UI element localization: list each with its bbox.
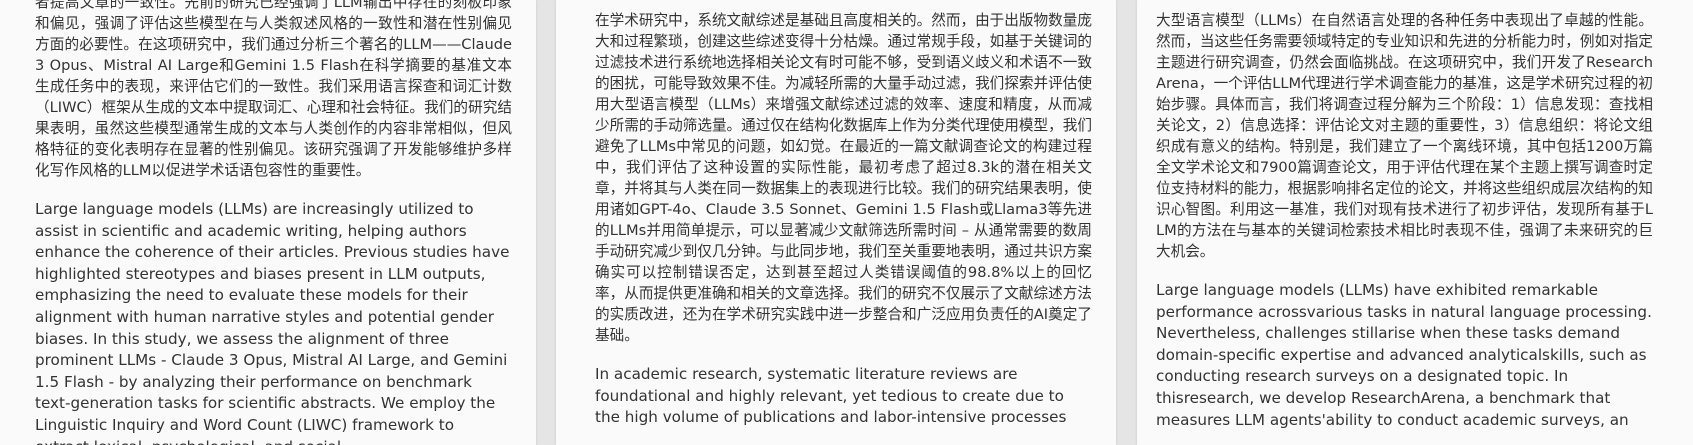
english-abstract: Large language models (LLMs) are increas… <box>35 200 510 445</box>
document-page-2: 在学术研究中，系统文献综述是基础且高度相关的。然而，由于出版物数量庞大和过程繁琐… <box>556 0 1116 445</box>
document-page-1: 者提高文章的一致性。先前的研究已经强调了LLM输出中存在的刻板印象和偏见，强调了… <box>0 0 536 445</box>
chinese-abstract: 在学术研究中，系统文献综述是基础且高度相关的。然而，由于出版物数量庞大和过程繁琐… <box>595 12 1092 344</box>
english-abstract: In academic research, systematic literat… <box>595 365 1067 427</box>
chinese-abstract: 大型语言模型（LLMs）在自然语言处理的各种任务中表现出了卓越的性能。然而，当这… <box>1156 12 1653 260</box>
english-abstract: Large language models (LLMs) have exhibi… <box>1156 281 1652 429</box>
chinese-abstract: 者提高文章的一致性。先前的研究已经强调了LLM输出中存在的刻板印象和偏见，强调了… <box>35 0 512 179</box>
document-page-3: 大型语言模型（LLMs）在自然语言处理的各种任务中表现出了卓越的性能。然而，当这… <box>1137 0 1693 445</box>
